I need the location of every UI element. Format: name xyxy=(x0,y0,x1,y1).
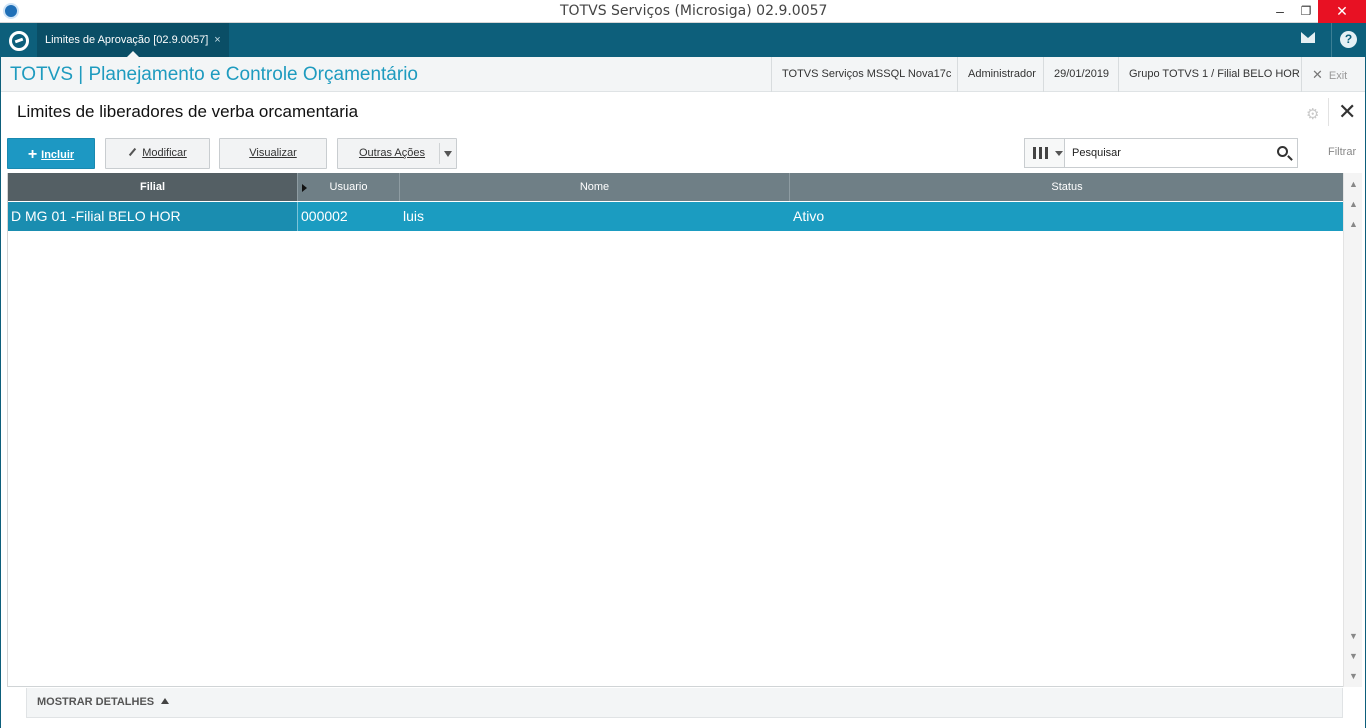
search-input[interactable]: Pesquisar xyxy=(1072,147,1121,159)
window-close-button[interactable]: ✕ xyxy=(1318,0,1366,23)
date-info: 29/01/2019 xyxy=(1043,57,1119,92)
tab-bar: Limites de Aprovação [02.9.0057] × ? xyxy=(1,23,1365,57)
outras-acoes-label: Outras Ações xyxy=(358,147,426,159)
sort-arrow-icon xyxy=(302,184,307,192)
scroll-top-icon[interactable]: ▲ xyxy=(1347,177,1360,191)
column-header-usuario-label: Usuario xyxy=(329,181,368,193)
details-panel-toggle[interactable]: MOSTRAR DETALHES xyxy=(26,688,1343,718)
columns-selector-button[interactable] xyxy=(1025,139,1065,167)
search-box: Pesquisar xyxy=(1024,138,1298,168)
columns-icon xyxy=(1033,147,1036,159)
cell-usuario: 000002 xyxy=(301,208,348,224)
modificar-label: Modificar xyxy=(142,147,187,159)
column-header-status[interactable]: Status xyxy=(790,173,1344,201)
columns-icon xyxy=(1045,147,1048,159)
environment-info: TOTVS Serviços MSSQL Nova17c xyxy=(771,57,961,92)
column-header-nome[interactable]: Nome xyxy=(400,173,790,201)
chevron-down-icon xyxy=(444,151,452,157)
dropdown-divider xyxy=(439,143,440,164)
scroll-page-up-icon[interactable]: ▲ xyxy=(1347,197,1360,211)
tab-close-icon[interactable]: × xyxy=(214,34,220,46)
columns-icon xyxy=(1039,147,1042,159)
tab-label: Limites de Aprovação [02.9.0057] xyxy=(45,34,209,46)
mail-icon[interactable] xyxy=(1301,32,1315,43)
search-icon[interactable] xyxy=(1277,146,1288,157)
window-title: TOTVS Serviços (Microsiga) 02.9.0057 xyxy=(560,3,828,19)
window-title-bar: TOTVS Serviços (Microsiga) 02.9.0057 – ❐… xyxy=(0,0,1366,23)
page-title: Limites de liberadores de verba orcament… xyxy=(17,102,359,121)
modificar-button[interactable]: Modificar xyxy=(105,138,210,169)
tabbar-divider xyxy=(1331,23,1332,57)
scroll-page-down-icon[interactable]: ▼ xyxy=(1347,649,1360,663)
visualizar-button[interactable]: Visualizar xyxy=(219,138,327,169)
title-divider xyxy=(1328,98,1329,126)
pencil-icon xyxy=(129,147,137,157)
details-toggle[interactable]: MOSTRAR DETALHES xyxy=(37,696,170,708)
exit-button[interactable]: ✕ Exit xyxy=(1301,57,1357,92)
app-header: TOTVS | Planejamento e Controle Orçament… xyxy=(1,57,1365,92)
vertical-scrollbar[interactable]: ▲ ▲ ▲ ▼ ▼ ▼ xyxy=(1343,173,1362,687)
cell-status: Ativo xyxy=(793,208,825,224)
grid-header: Filial Usuario Nome Status xyxy=(8,173,1344,201)
app-icon xyxy=(3,3,19,19)
details-label: MOSTRAR DETALHES xyxy=(37,696,155,708)
cell-filial: D MG 01 -Filial BELO HOR xyxy=(8,202,298,231)
exit-icon: ✕ xyxy=(1312,67,1323,82)
visualizar-label: Visualizar xyxy=(249,147,297,159)
help-icon[interactable]: ? xyxy=(1340,31,1357,48)
chevron-up-icon xyxy=(161,698,170,704)
totvs-logo-icon[interactable] xyxy=(9,31,29,51)
column-header-usuario[interactable]: Usuario xyxy=(298,173,400,201)
grid-bottom-border xyxy=(8,686,1344,687)
scroll-down-icon[interactable]: ▼ xyxy=(1347,629,1360,643)
filter-link[interactable]: Filtrar xyxy=(1328,146,1356,158)
cell-nome: luis xyxy=(403,208,425,224)
gear-icon[interactable]: ⚙ xyxy=(1306,105,1319,123)
data-grid: Filial Usuario Nome Status D MG 01 -Fili… xyxy=(7,173,1344,687)
outras-acoes-button[interactable]: Outras Ações xyxy=(337,138,457,169)
column-header-filial[interactable]: Filial xyxy=(8,173,298,201)
scroll-up-icon[interactable]: ▲ xyxy=(1347,217,1360,231)
incluir-label: Incluir xyxy=(41,149,75,161)
app-title: TOTVS | Planejamento e Controle Orçament… xyxy=(10,64,418,85)
branch-info: Grupo TOTVS 1 / Filial BELO HOR xyxy=(1118,57,1310,92)
window-border-left xyxy=(0,23,1,728)
chevron-down-icon xyxy=(1055,151,1063,156)
incluir-button[interactable]: + Incluir xyxy=(7,138,95,169)
scroll-bottom-icon[interactable]: ▼ xyxy=(1347,669,1360,683)
user-info: Administrador xyxy=(957,57,1046,92)
plus-icon: + xyxy=(27,146,38,163)
table-row[interactable]: D MG 01 -Filial BELO HOR 000002 luis Ati… xyxy=(8,202,1344,231)
close-page-icon[interactable]: ✕ xyxy=(1338,100,1356,124)
exit-label: Exit xyxy=(1328,70,1348,82)
